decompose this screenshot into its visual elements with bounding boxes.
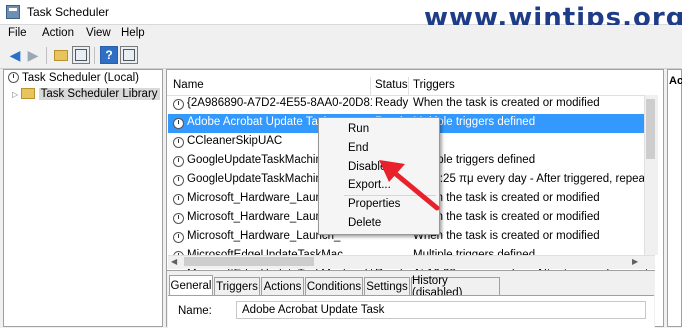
cell-triggers: When the task is created or modified: [413, 230, 600, 242]
toolbar-separator: [46, 47, 47, 64]
show-hide-console-tree-icon[interactable]: [72, 46, 90, 64]
menu-view[interactable]: View: [86, 27, 111, 39]
actions-pane-header: Ac: [669, 75, 682, 87]
scroll-right-arrow-icon[interactable]: ▶: [632, 257, 638, 266]
context-menu-end-label: End: [348, 142, 369, 154]
tree-item-root[interactable]: Task Scheduler (Local): [8, 72, 139, 84]
name-field-value: Adobe Acrobat Update Task: [242, 304, 385, 316]
task-clock-icon: [173, 156, 184, 167]
forward-arrow-icon[interactable]: ▶: [24, 46, 42, 64]
cell-triggers: When the task is created or modified: [413, 192, 600, 204]
column-header: [167, 77, 655, 96]
vertical-scroll-thumb[interactable]: [646, 99, 655, 159]
task-clock-icon: [173, 118, 184, 129]
task-clock-icon: [173, 137, 184, 148]
tab-triggers[interactable]: Triggers: [214, 277, 260, 295]
cell-name: {2A986890-A7D2-4E55-8AA0-20D8187...: [187, 97, 372, 109]
help-icon[interactable]: ?: [100, 46, 118, 64]
task-clock-icon: [173, 99, 184, 110]
task-scheduler-app-icon: [6, 5, 20, 19]
toolbar-separator: [94, 47, 95, 64]
back-arrow-icon[interactable]: ◀: [6, 46, 24, 64]
task-clock-icon: [173, 175, 184, 186]
cell-triggers: When the task is created or modified: [413, 211, 600, 223]
cell-triggers: Multiple triggers defined: [413, 154, 536, 166]
task-clock-icon: [173, 232, 184, 243]
tab-general[interactable]: General: [169, 275, 213, 295]
menu-action[interactable]: Action: [42, 27, 74, 39]
tab-actions[interactable]: Actions: [261, 277, 304, 295]
scroll-left-arrow-icon[interactable]: ◀: [171, 257, 177, 266]
cell-status: Ready: [375, 97, 409, 109]
tab-history[interactable]: History (disabled): [411, 275, 500, 299]
column-divider[interactable]: [370, 77, 371, 95]
column-divider[interactable]: [408, 77, 409, 95]
cell-triggers: When the task is created or modified: [413, 97, 600, 109]
name-field[interactable]: Adobe Acrobat Update Task: [236, 301, 646, 319]
tab-settings[interactable]: Settings: [364, 277, 410, 295]
tree-item-root-label: Task Scheduler (Local): [22, 72, 139, 84]
task-clock-icon: [173, 194, 184, 205]
folder-icon: [21, 88, 36, 100]
context-menu-delete[interactable]: Delete: [320, 215, 438, 233]
tab-conditions[interactable]: Conditions: [305, 277, 363, 295]
column-header-name[interactable]: Name: [173, 79, 204, 91]
menu-help[interactable]: Help: [121, 27, 145, 39]
tree-item-library-label: Task Scheduler Library: [38, 88, 160, 100]
clock-icon: [8, 72, 19, 84]
column-header-triggers[interactable]: Triggers: [413, 79, 455, 91]
tree-item-library[interactable]: ▷ Task Scheduler Library: [12, 88, 160, 100]
up-folder-icon[interactable]: [52, 46, 70, 64]
context-menu-run[interactable]: Run: [320, 121, 438, 139]
cell-triggers: At 10:25 πμ every day - After triggered,…: [413, 173, 653, 185]
table-row[interactable]: {2A986890-A7D2-4E55-8AA0-20D8187...Ready…: [168, 95, 654, 114]
actions-pane: [667, 69, 682, 327]
console-tree: [3, 69, 163, 327]
menu-file[interactable]: File: [8, 27, 27, 39]
horizontal-scroll-thumb[interactable]: [184, 257, 314, 266]
window-title: Task Scheduler: [27, 5, 110, 19]
name-label: Name:: [178, 305, 212, 317]
annotation-arrow-icon: [379, 160, 440, 211]
context-menu-delete-label: Delete: [348, 217, 382, 229]
column-header-status[interactable]: Status: [375, 79, 408, 91]
show-hide-action-pane-icon[interactable]: [120, 46, 138, 64]
context-menu-run-label: Run: [348, 123, 370, 135]
expand-arrow-icon[interactable]: ▷: [12, 90, 18, 99]
task-clock-icon: [173, 213, 184, 224]
cell-triggers: Multiple triggers defined: [413, 116, 536, 128]
